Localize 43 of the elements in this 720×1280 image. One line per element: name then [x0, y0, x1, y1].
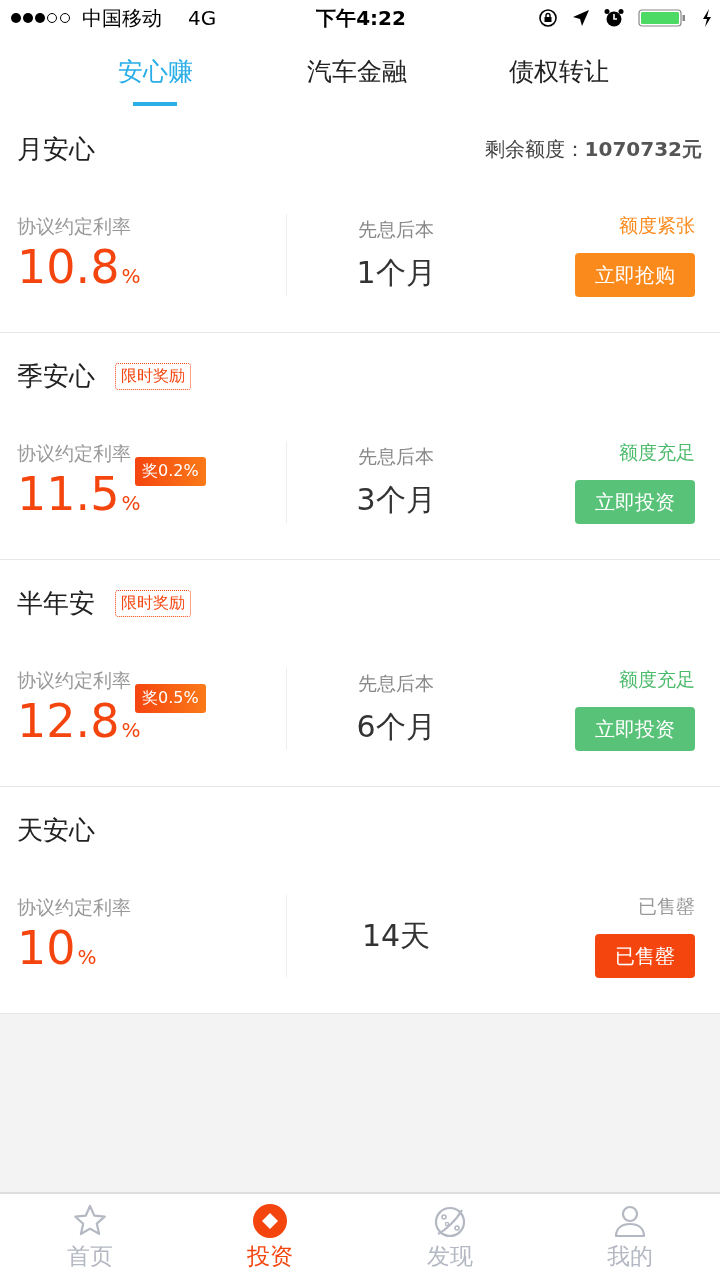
repayment-type: 先息后本 [358, 216, 434, 242]
invest-button[interactable]: 立即抢购 [575, 253, 695, 297]
loan-term: 1个月 [356, 253, 436, 292]
nav-tab[interactable]: 首页 [0, 1194, 180, 1280]
product-name: 天安心 [17, 813, 95, 847]
rate-label: 协议约定利率 [17, 441, 132, 466]
quota-status: 额度紧张 [619, 213, 695, 238]
interest-rate: 10.8% [17, 240, 141, 294]
loan-term: 14天 [361, 916, 431, 955]
rate-label: 协议约定利率 [17, 668, 132, 693]
rate-label: 协议约定利率 [17, 895, 132, 920]
bonus-badge: 奖0.2% [135, 457, 206, 486]
quota-status: 额度充足 [619, 667, 695, 692]
category-tab[interactable]: 债权转让 [458, 36, 660, 106]
quota-status: 已售罄 [638, 894, 695, 919]
network-type: 4G [188, 6, 217, 30]
bonus-badge: 奖0.5% [135, 684, 206, 713]
clock-time: 下午4:22 [316, 4, 406, 32]
category-tab[interactable]: 汽车金融 [256, 36, 458, 106]
battery-icon [638, 8, 688, 28]
invest-button[interactable]: 立即投资 [575, 707, 695, 751]
product-name: 季安心 [17, 359, 95, 393]
loan-term: 6个月 [356, 707, 436, 746]
quota-label: 剩余额度： [484, 135, 585, 163]
invest-button[interactable]: 已售罄 [595, 934, 695, 978]
location-arrow-icon [572, 9, 590, 27]
carrier-name: 中国移动 [82, 4, 162, 32]
invest-button[interactable]: 立即投资 [575, 480, 695, 524]
interest-rate: 10% [17, 921, 97, 975]
repayment-type: 先息后本 [358, 670, 434, 696]
product-name: 月安心 [17, 132, 95, 166]
nav-tab[interactable]: 发现 [360, 1194, 540, 1280]
rate-label: 协议约定利率 [17, 214, 132, 239]
quota-value: 1070732元 [584, 135, 702, 163]
product-name: 半年安 [17, 586, 95, 620]
repayment-type: 先息后本 [358, 443, 434, 469]
nav-tab[interactable]: 投资 [180, 1194, 360, 1280]
loan-term: 3个月 [356, 480, 436, 519]
charging-bolt-icon [702, 9, 712, 27]
nav-tab[interactable]: 我的 [540, 1194, 720, 1280]
alarm-clock-icon [604, 8, 624, 28]
rotation-lock-icon [538, 8, 558, 28]
quota-status: 额度充足 [619, 440, 695, 465]
